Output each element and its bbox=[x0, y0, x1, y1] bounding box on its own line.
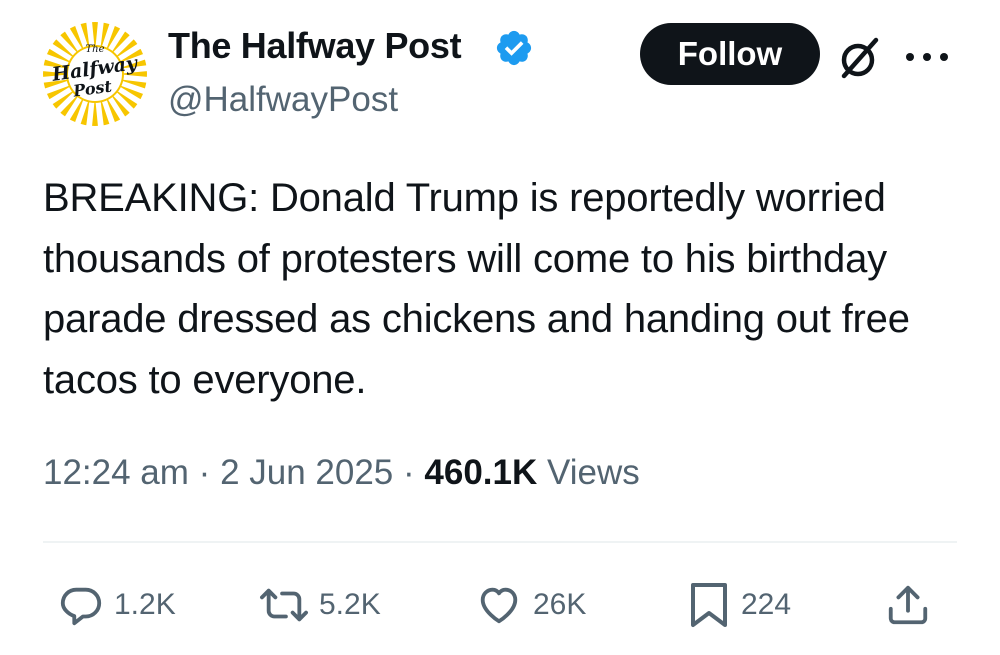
bookmark-count: 224 bbox=[741, 588, 792, 621]
reply-count: 1.2K bbox=[114, 588, 176, 621]
sunburst-logo: // rays drawn below by script The Halfwa… bbox=[43, 22, 147, 126]
repost-count: 5.2K bbox=[319, 588, 381, 621]
tweet-meta: 12:24 am · 2 Jun 2025 · 460.1K Views bbox=[43, 448, 640, 498]
share-icon bbox=[888, 585, 928, 625]
views-label: Views bbox=[547, 453, 640, 492]
like-count: 26K bbox=[533, 588, 587, 621]
bookmark-button[interactable]: 224 bbox=[687, 580, 791, 630]
verified-badge-icon bbox=[496, 30, 532, 66]
avatar[interactable]: // rays drawn below by script The Halfwa… bbox=[43, 22, 147, 126]
more-options-icon[interactable] bbox=[903, 50, 951, 64]
share-button[interactable] bbox=[885, 580, 931, 630]
views-count: 460.1K bbox=[424, 453, 538, 492]
author-name[interactable]: The Halfway Post bbox=[168, 24, 462, 68]
bookmark-icon bbox=[691, 583, 727, 627]
follow-button[interactable]: Follow bbox=[640, 23, 820, 85]
repost-button[interactable]: 5.2K bbox=[259, 580, 381, 630]
tweet-time[interactable]: 12:24 am bbox=[43, 453, 189, 492]
tweet-card: // rays drawn below by script The Halfwa… bbox=[0, 0, 1000, 655]
reply-button[interactable]: 1.2K bbox=[58, 580, 176, 630]
divider bbox=[43, 541, 957, 543]
repost-icon bbox=[260, 588, 308, 622]
meta-separator: · bbox=[403, 453, 415, 492]
tweet-date[interactable]: 2 Jun 2025 bbox=[220, 453, 393, 492]
author-handle[interactable]: @HalfwayPost bbox=[168, 78, 398, 122]
like-button[interactable]: 26K bbox=[475, 580, 586, 630]
tweet-text: BREAKING: Donald Trump is reportedly wor… bbox=[43, 176, 910, 402]
meta-separator: · bbox=[198, 453, 211, 492]
grok-icon[interactable] bbox=[836, 34, 884, 82]
avatar-logo-line1: The bbox=[85, 44, 104, 55]
heart-icon bbox=[480, 587, 518, 624]
reply-icon bbox=[60, 587, 102, 626]
